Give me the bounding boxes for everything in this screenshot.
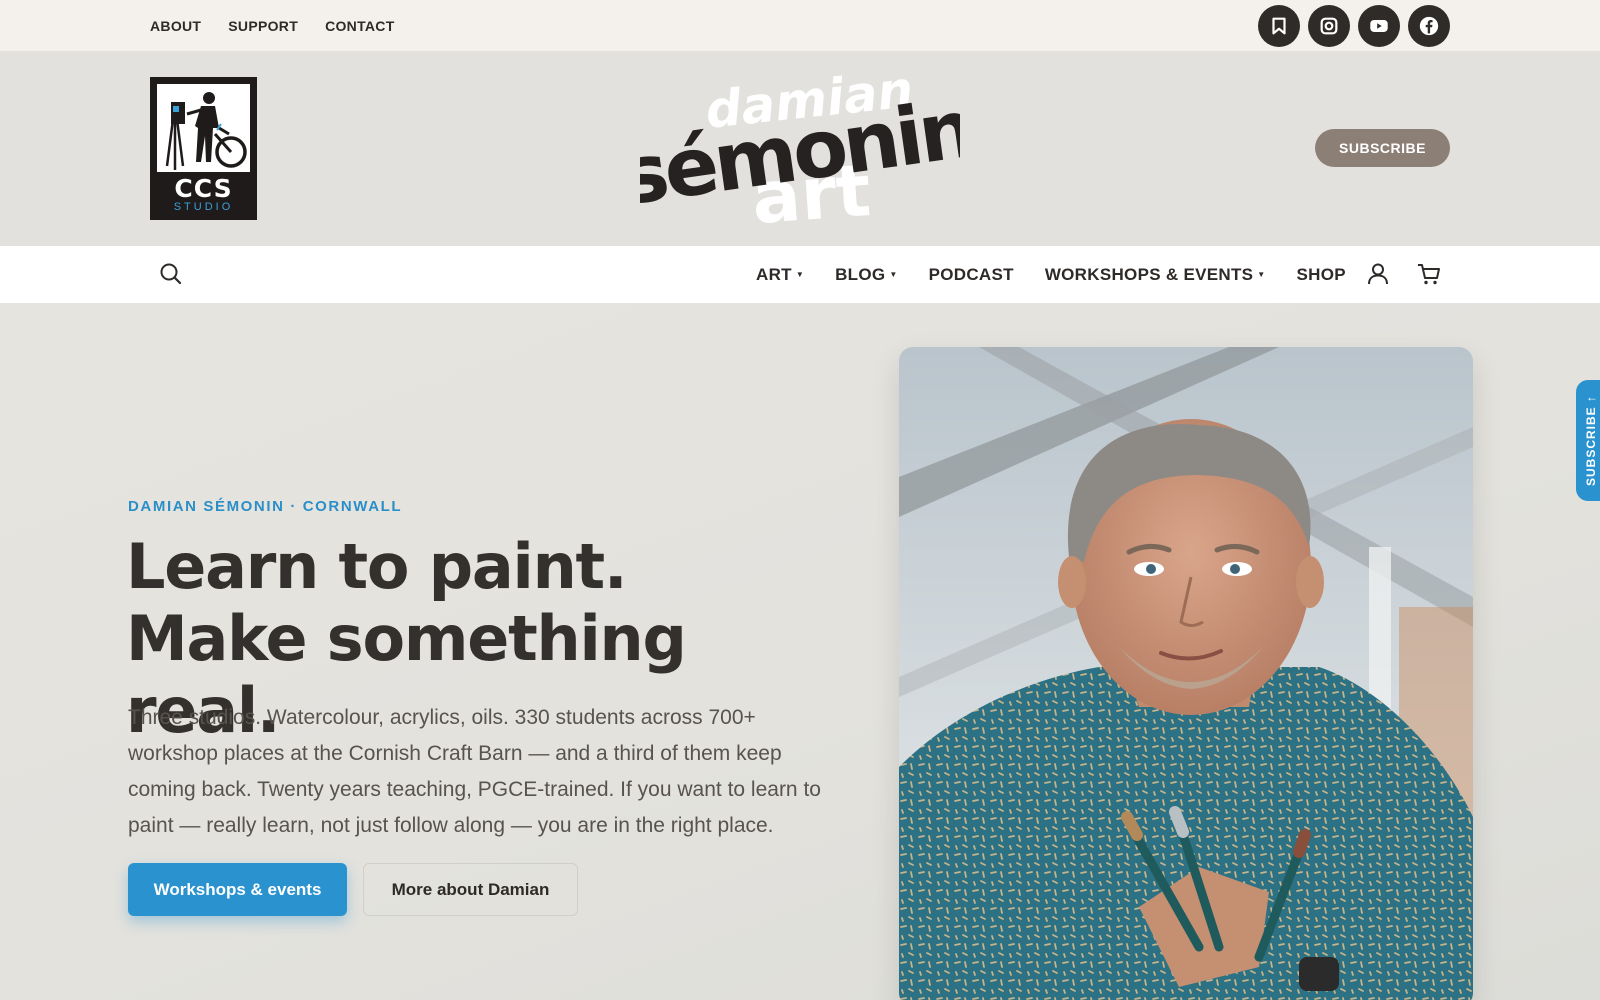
painter-cyclist-icon bbox=[165, 92, 247, 170]
main-nav: ART ▼ BLOG ▼ PODCAST WORKSHOPS & EVENTS ▼ S… bbox=[0, 246, 1600, 303]
workshops-events-button[interactable]: Workshops & events bbox=[128, 863, 347, 916]
side-subscribe-label: SUBSCRIBE ↑ bbox=[1584, 394, 1598, 486]
subscribe-button[interactable]: SUBSCRIBE bbox=[1315, 129, 1450, 167]
utility-bar: ABOUT SUPPORT CONTACT bbox=[0, 0, 1600, 51]
nav-item-podcast[interactable]: PODCAST bbox=[929, 265, 1014, 285]
nav-item-workshops-events[interactable]: WORKSHOPS & EVENTS ▼ bbox=[1045, 265, 1266, 285]
bookmark-icon[interactable] bbox=[1258, 5, 1300, 47]
hero-description: Three studios. Watercolour, acrylics, oi… bbox=[128, 706, 821, 837]
facebook-icon[interactable] bbox=[1408, 5, 1450, 47]
hero-section: DAMIAN SÉMONIN · CORNWALL Learn to paint… bbox=[0, 303, 1600, 1000]
caret-down-icon: ▼ bbox=[889, 270, 898, 279]
ccs-logo-text: CCS bbox=[174, 174, 233, 203]
caret-down-icon: ▼ bbox=[1257, 270, 1266, 279]
contact-link[interactable]: CONTACT bbox=[325, 18, 395, 34]
nav-item-label: WORKSHOPS & EVENTS bbox=[1044, 264, 1254, 284]
social-links bbox=[1258, 5, 1450, 47]
instagram-icon[interactable] bbox=[1308, 5, 1350, 47]
nav-menu: ART ▼ BLOG ▼ PODCAST WORKSHOPS & EVENTS ▼ S… bbox=[756, 246, 1377, 303]
nav-item-label: SHOP bbox=[1296, 264, 1346, 284]
nav-item-art[interactable]: ART ▼ bbox=[756, 265, 804, 285]
damian-portrait-photo bbox=[899, 347, 1473, 1000]
damian-semonin-art-logo[interactable]: damian art sémonin bbox=[640, 55, 960, 245]
brand-header: CCS STUDIO damian art sémonin SUBSCRIBE bbox=[0, 51, 1600, 246]
hero-eyebrow: DAMIAN SÉMONIN · CORNWALL bbox=[128, 498, 403, 515]
utility-links: ABOUT SUPPORT CONTACT bbox=[150, 0, 395, 51]
nav-item-shop[interactable]: SHOP bbox=[1297, 265, 1346, 285]
nav-item-label: PODCAST bbox=[928, 264, 1014, 284]
account-icon[interactable] bbox=[1365, 261, 1391, 287]
ccs-studio-logo[interactable]: CCS STUDIO bbox=[150, 77, 257, 220]
nav-item-label: BLOG bbox=[835, 264, 886, 284]
caret-down-icon: ▼ bbox=[795, 270, 805, 279]
search-icon[interactable] bbox=[158, 261, 184, 287]
side-subscribe-tab[interactable]: SUBSCRIBE ↑ bbox=[1576, 380, 1600, 501]
cart-icon[interactable] bbox=[1416, 261, 1442, 287]
youtube-icon[interactable] bbox=[1358, 5, 1400, 47]
nav-item-blog[interactable]: BLOG ▼ bbox=[835, 265, 898, 285]
more-about-damian-button[interactable]: More about Damian bbox=[363, 863, 578, 916]
support-link[interactable]: SUPPORT bbox=[228, 18, 298, 34]
ccs-logo-subtext: STUDIO bbox=[173, 201, 234, 213]
nav-item-label: ART bbox=[756, 264, 792, 284]
about-link[interactable]: ABOUT bbox=[150, 18, 201, 34]
